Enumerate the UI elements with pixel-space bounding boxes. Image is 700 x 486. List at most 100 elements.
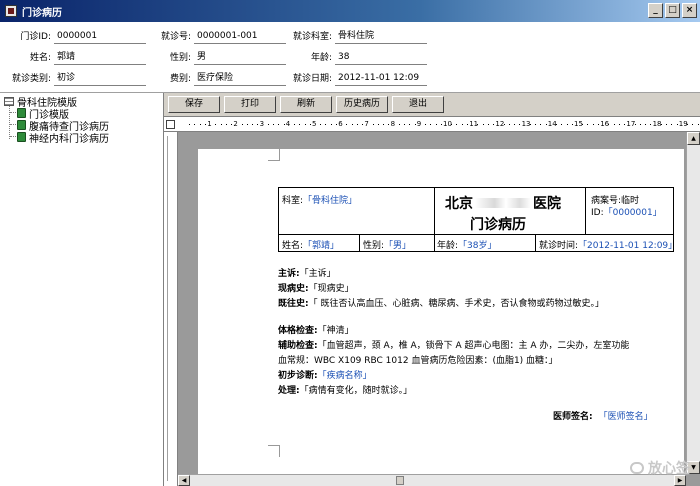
- ruler-tick: [519, 124, 521, 125]
- vertical-ruler-scale[interactable]: [167, 136, 175, 481]
- name-value[interactable]: 郭靖: [54, 49, 146, 65]
- ruler-tick: [660, 124, 662, 125]
- outpatient-id-value[interactable]: 0000001: [54, 28, 146, 44]
- ruler-tick: [346, 124, 348, 125]
- document-icon: [17, 120, 26, 130]
- visit-type-field: 就诊类别: 初诊: [0, 68, 146, 86]
- ruler-tick: [335, 124, 337, 125]
- ruler-tick: [477, 124, 479, 125]
- tree-connector: [10, 112, 16, 113]
- ruler-tick: [566, 124, 568, 125]
- aux-exam-value-2[interactable]: 血常规：WBC X109 RBC 1012 血管病历危险因素：(血脂1) 血糖：…: [278, 356, 558, 366]
- vertical-scrollbar[interactable]: ▲ ▼: [686, 132, 700, 474]
- toolbar: 保存 打印 刷新 历史病历 退出: [164, 93, 700, 117]
- doc-name-value[interactable]: 「郭靖」: [303, 241, 339, 251]
- table-divider: [359, 234, 360, 252]
- ruler-scale[interactable]: 1 2 3 4 5 6 7 8 9 10 11 12 13 14 15 16 17 18 19: [182, 120, 699, 130]
- tree-item-neurology[interactable]: 神经内科门诊病历: [17, 131, 109, 145]
- tree-connector: [10, 124, 16, 125]
- aux-exam-line-2: 血常规：WBC X109 RBC 1012 血管病历危险因素：(血脂1) 血糖：…: [278, 353, 558, 366]
- physical-exam-value[interactable]: 「神清」: [318, 326, 354, 336]
- present-illness-line: 现病史:「现病史」: [278, 284, 354, 294]
- doctor-signature-value[interactable]: 「医师签名」: [599, 412, 653, 422]
- complaint-value[interactable]: 「主诉」: [300, 269, 336, 279]
- window-title: 门诊病历: [22, 7, 62, 19]
- ruler-tick: [482, 124, 484, 125]
- doc-age-value[interactable]: 「38岁」: [458, 241, 496, 251]
- past-history-line: 既往史:「 既往否认高血压、心脏病、糖尿病、手术史，否认食物或药物过敏史。」: [278, 299, 604, 309]
- ruler-number: 4: [285, 120, 291, 128]
- doc-visit-time-value[interactable]: 「2012-11-01 12:09」: [578, 241, 677, 251]
- ruler-tick: [257, 124, 259, 125]
- ruler-tick: [409, 124, 411, 125]
- ruler-tick: [414, 124, 416, 125]
- doc-dept-value[interactable]: 「骨科住院」: [303, 196, 357, 206]
- visit-type-value[interactable]: 初诊: [54, 70, 146, 86]
- exit-button[interactable]: 退出: [392, 96, 444, 113]
- app-icon: [5, 5, 17, 17]
- ruler-tick: [220, 124, 222, 125]
- table-divider: [434, 188, 435, 234]
- visit-date-field: 就诊日期: 2012-11-01 12:09: [285, 68, 427, 86]
- ruler-tick: [294, 124, 296, 125]
- weibo-icon: [630, 462, 644, 474]
- vertical-ruler: [164, 132, 178, 486]
- ruler-number: 7: [364, 120, 369, 128]
- title-bar: 门诊病历 _ □ ×: [0, 0, 700, 22]
- tab-selector[interactable]: [166, 120, 175, 129]
- horizontal-ruler: 1 2 3 4 5 6 7 8 9 10 11 12 13 14 15 16 17 18 19: [164, 118, 700, 132]
- close-button[interactable]: ×: [682, 3, 697, 18]
- name-field: 姓名: 郭靖: [0, 47, 146, 65]
- present-illness-value[interactable]: 「现病史」: [309, 284, 354, 294]
- fee-field: 费别: 医疗保险: [148, 68, 286, 86]
- doc-id-value[interactable]: 「0000001」: [604, 208, 662, 218]
- ruler-tick: [529, 124, 531, 125]
- ruler-tick: [283, 124, 285, 125]
- fee-value[interactable]: 医疗保险: [194, 70, 286, 86]
- doc-gender-value[interactable]: 「男」: [384, 241, 411, 251]
- ruler-tick: [273, 124, 275, 125]
- visit-date-value[interactable]: 2012-11-01 12:09: [335, 70, 427, 86]
- gender-field: 性别: 男: [148, 47, 286, 65]
- past-history-value[interactable]: 「 既往否认高血压、心脏病、糖尿病、手术史，否认食物或药物过敏史。」: [309, 299, 604, 309]
- ruler-tick: [435, 124, 437, 125]
- ruler-tick: [639, 124, 641, 125]
- save-button[interactable]: 保存: [168, 96, 220, 113]
- maximize-button[interactable]: □: [665, 3, 680, 18]
- visit-no-value[interactable]: 0000001-001: [194, 28, 286, 44]
- document-page[interactable]: 科室:「骨科住院」 北京 医院 门诊病历 病案号:临时 ID:「0000001」 …: [198, 149, 684, 474]
- ruler-tick: [493, 124, 495, 125]
- ruler-tick: [304, 124, 306, 125]
- ruler-tick: [225, 124, 227, 125]
- ruler-tick: [356, 124, 358, 125]
- ruler-tick: [267, 124, 269, 125]
- horizontal-scroll-thumb[interactable]: [396, 476, 404, 485]
- diagnosis-value[interactable]: 「疾病名称」: [318, 371, 372, 381]
- horizontal-scrollbar[interactable]: ◀ ▶: [178, 474, 686, 486]
- minimize-button[interactable]: _: [648, 3, 663, 18]
- crop-mark: [268, 149, 280, 161]
- ruler-tick: [299, 124, 301, 125]
- ruler-number: 6: [338, 120, 343, 128]
- ruler-tick: [309, 124, 311, 125]
- ruler-tick: [451, 124, 453, 125]
- aux-exam-line: 辅助检查:「血管超声，颈 A，椎 A，锁骨下 A 超声心电图：主 A 办，二尖办…: [278, 341, 630, 351]
- dept-value[interactable]: 骨科住院: [335, 28, 427, 44]
- scroll-up-arrow[interactable]: ▲: [687, 132, 700, 145]
- aux-exam-value[interactable]: 「血管超声，颈 A，椎 A，锁骨下 A 超声心电图：主 A 办，二尖办，左室功能: [318, 341, 630, 351]
- gender-value[interactable]: 男: [194, 49, 286, 65]
- scroll-left-arrow[interactable]: ◀: [178, 475, 190, 486]
- doc-dept: 科室:「骨科住院」: [282, 196, 358, 206]
- treatment-value[interactable]: 「病情有变化，随时就诊。」: [300, 386, 413, 396]
- refresh-button[interactable]: 刷新: [280, 96, 332, 113]
- print-button[interactable]: 打印: [224, 96, 276, 113]
- record-title: 门诊病历: [470, 217, 526, 233]
- age-value[interactable]: 38: [335, 49, 427, 65]
- ruler-tick: [592, 124, 594, 125]
- ruler-tick: [692, 124, 694, 125]
- doctor-signature-line: 医师签名: 「医师签名」: [553, 412, 653, 422]
- ruler-tick: [624, 124, 626, 125]
- document-editor: 1 2 3 4 5 6 7 8 9 10 11 12 13 14 15 16 17 18 19 科室:「骨科住院」 …: [164, 118, 700, 486]
- ruler-tick: [597, 124, 599, 125]
- history-button[interactable]: 历史病历: [336, 96, 388, 113]
